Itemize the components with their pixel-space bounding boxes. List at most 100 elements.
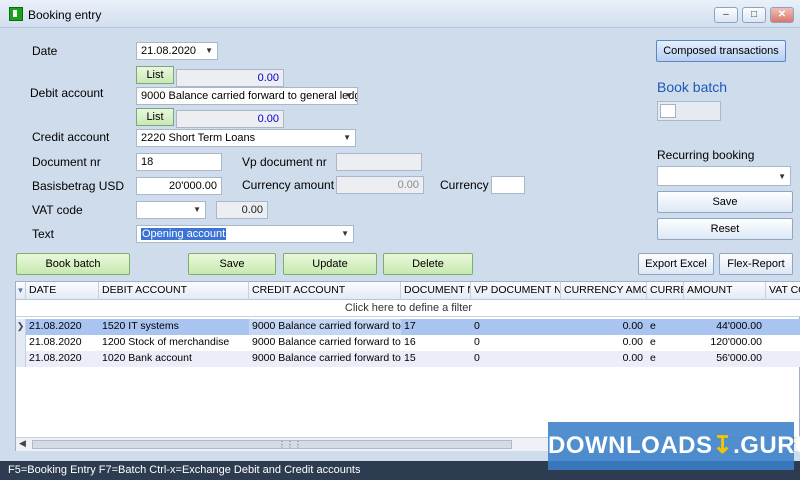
cell-date: 21.08.2020 xyxy=(29,320,82,332)
row-indicator-icon: ❯ xyxy=(16,319,26,335)
chevron-down-icon: ▼ xyxy=(341,229,349,238)
scroll-left-icon[interactable]: ◀ xyxy=(19,438,26,449)
window-title: Booking entry xyxy=(28,8,102,22)
table-row[interactable]: ❯ 21.08.2020 1520 IT systems 9000 Balanc… xyxy=(16,319,800,335)
cell-docnr: 16 xyxy=(404,336,416,348)
toggle-knob xyxy=(660,104,676,118)
table-row[interactable]: 21.08.2020 1020 Bank account 9000 Balanc… xyxy=(16,351,800,367)
cell-amount: 120'000.00 xyxy=(710,336,762,348)
title-bar: Booking entry – □ ✕ xyxy=(0,0,800,28)
cell-vpdoc: 0 xyxy=(474,320,480,332)
debit-list-button[interactable]: List xyxy=(136,66,174,84)
close-button[interactable]: ✕ xyxy=(770,7,794,23)
cell-vpdoc: 0 xyxy=(474,336,480,348)
book-batch-button[interactable]: Book batch xyxy=(16,253,130,275)
credit-list-button[interactable]: List xyxy=(136,108,174,126)
table-row[interactable]: 21.08.2020 1200 Stock of merchandise 900… xyxy=(16,335,800,351)
chevron-down-icon: ▼ xyxy=(343,133,351,142)
credit-account-select[interactable]: 2220 Short Term Loans ▼ xyxy=(136,129,356,147)
cell-debit: 1020 Bank account xyxy=(102,352,192,364)
watermark-suffix: .GURU xyxy=(733,432,800,459)
currency-label: Currency xyxy=(440,178,489,192)
watermark-text: DOWNLOADS xyxy=(548,432,713,459)
export-excel-button[interactable]: Export Excel xyxy=(638,253,714,275)
minimize-button[interactable]: – xyxy=(714,7,738,23)
col-credit-account[interactable]: CREDIT ACCOUNT xyxy=(249,282,401,300)
document-nr-input[interactable]: 18 xyxy=(136,153,222,171)
cell-currency: e xyxy=(650,352,656,364)
basis-amount-input[interactable]: 20'000.00 xyxy=(136,177,222,195)
date-picker[interactable]: 21.08.2020 ▼ xyxy=(136,42,218,60)
filter-icon[interactable]: ▼ xyxy=(16,282,26,300)
chevron-down-icon: ▼ xyxy=(345,91,353,100)
delete-button[interactable]: Delete xyxy=(383,253,473,275)
basis-amount-label: Basisbetrag USD xyxy=(32,179,125,193)
col-date[interactable]: DATE xyxy=(26,282,99,300)
text-label: Text xyxy=(32,227,55,241)
col-amount[interactable]: AMOUNT xyxy=(684,282,766,300)
recurring-booking-select[interactable]: ▼ xyxy=(657,166,791,186)
cell-debit: 1200 Stock of merchandise xyxy=(102,336,230,348)
cell-currency: e xyxy=(650,336,656,348)
debit-account-select[interactable]: 9000 Balance carried forward to general … xyxy=(136,87,358,105)
col-document-nr[interactable]: DOCUMENT NR xyxy=(401,282,471,300)
cell-vat xyxy=(766,335,800,351)
chevron-down-icon: ▼ xyxy=(778,172,786,181)
col-vat-code[interactable]: VAT COD xyxy=(766,282,800,300)
save-button[interactable]: Save xyxy=(188,253,276,275)
chevron-down-icon: ▼ xyxy=(193,205,201,214)
col-currency[interactable]: CURRENCY xyxy=(647,282,684,300)
text-input[interactable]: Opening account ▼ xyxy=(136,225,354,243)
maximize-button[interactable]: □ xyxy=(742,7,766,23)
right-save-button[interactable]: Save xyxy=(657,191,793,213)
cell-curr-amount: 0.00 xyxy=(622,320,643,332)
grid-header: ▼ DATE DEBIT ACCOUNT CREDIT ACCOUNT DOCU… xyxy=(16,282,800,300)
vat-code-label: VAT code xyxy=(32,203,83,217)
date-label: Date xyxy=(32,44,58,58)
cell-amount: 44'000.00 xyxy=(716,320,762,332)
recurring-booking-label: Recurring booking xyxy=(657,148,755,162)
cell-credit: 9000 Balance carried forward to ge xyxy=(249,319,401,335)
credit-amount-field: 0.00 xyxy=(176,110,284,128)
cell-curr-amount: 0.00 xyxy=(622,336,643,348)
vp-document-label: Vp document nr xyxy=(242,155,327,169)
cell-curr-amount: 0.00 xyxy=(622,352,643,364)
cell-vat xyxy=(766,319,800,335)
cell-amount: 56'000.00 xyxy=(716,352,762,364)
app-icon xyxy=(9,7,23,21)
reset-button[interactable]: Reset xyxy=(657,218,793,240)
document-nr-label: Document nr xyxy=(32,155,101,169)
cell-date: 21.08.2020 xyxy=(29,336,82,348)
row-indicator xyxy=(16,351,26,367)
cell-vpdoc: 0 xyxy=(474,352,480,364)
cell-docnr: 17 xyxy=(404,320,416,332)
col-debit-account[interactable]: DEBIT ACCOUNT xyxy=(99,282,249,300)
cell-docnr: 15 xyxy=(404,352,416,364)
update-button[interactable]: Update xyxy=(283,253,377,275)
book-batch-toggle[interactable] xyxy=(657,101,721,121)
scroll-thumb[interactable]: ⋮⋮⋮ xyxy=(32,440,512,449)
currency-input[interactable] xyxy=(491,176,525,194)
debit-account-label: Debit account xyxy=(30,86,104,100)
credit-account-label: Credit account xyxy=(32,130,110,144)
cell-date: 21.08.2020 xyxy=(29,352,82,364)
flex-report-button[interactable]: Flex-Report xyxy=(719,253,793,275)
download-arrow-icon: ↧ xyxy=(712,432,734,459)
currency-amount-label: Currency amount xyxy=(242,178,335,192)
cell-vat xyxy=(766,351,800,367)
col-currency-amount[interactable]: CURRENCY AMOUNT xyxy=(561,282,647,300)
cell-currency: e xyxy=(650,320,656,332)
filter-row[interactable]: Click here to define a filter xyxy=(16,300,800,317)
cell-credit: 9000 Balance carried forward to ge xyxy=(252,336,401,348)
composed-transactions-button[interactable]: Composed transactions xyxy=(656,40,786,62)
chevron-down-icon: ▼ xyxy=(205,46,213,55)
vp-document-input[interactable] xyxy=(336,153,422,171)
vat-code-select[interactable]: ▼ xyxy=(136,201,206,219)
grip-icon: ⋮⋮⋮ xyxy=(278,440,302,449)
col-vp-document-no[interactable]: VP DOCUMENT NO xyxy=(471,282,561,300)
cell-debit: 1520 IT systems xyxy=(102,320,179,332)
row-indicator xyxy=(16,335,26,351)
book-batch-label: Book batch xyxy=(657,79,728,95)
watermark-logo: DOWNLOADS↧.GURU xyxy=(548,422,800,470)
currency-amount-input[interactable]: 0.00 xyxy=(336,176,424,194)
